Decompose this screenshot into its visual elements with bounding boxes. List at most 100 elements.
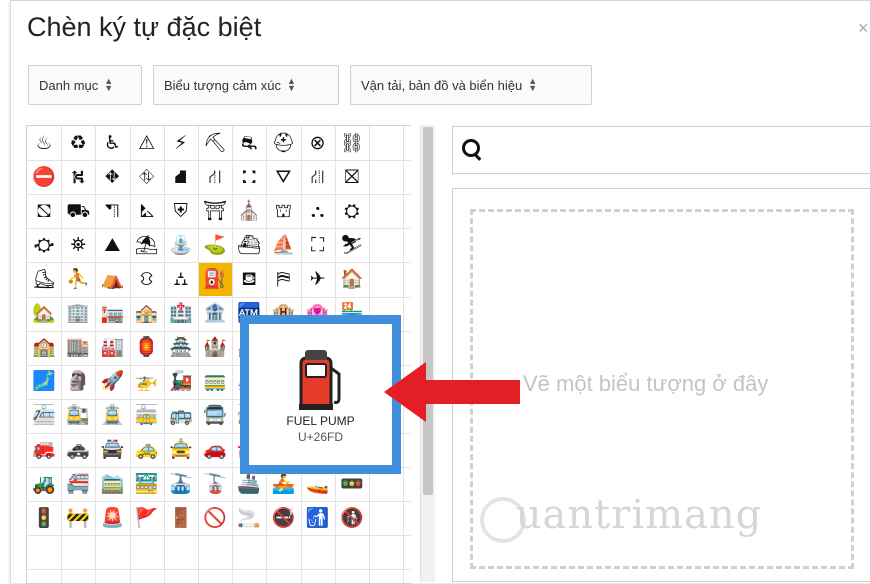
- symbol-cell[interactable]: 🚗: [198, 433, 232, 467]
- symbol-cell[interactable]: ⛟: [61, 194, 95, 228]
- symbol-cell[interactable]: ⛲: [164, 228, 198, 262]
- symbol-cell[interactable]: 🏯: [164, 331, 198, 365]
- symbol-cell[interactable]: 🚕: [130, 433, 164, 467]
- symbol-cell[interactable]: 🚁: [130, 365, 164, 399]
- symbol-cell[interactable]: 🏢: [61, 297, 95, 331]
- symbol-cell[interactable]: 🚫: [198, 501, 232, 535]
- symbol-cell[interactable]: 🏭: [95, 331, 129, 365]
- symbol-cell[interactable]: 🚧: [61, 501, 95, 535]
- symbol-cell[interactable]: ⛭: [335, 194, 369, 228]
- symbol-cell[interactable]: ⛻: [130, 262, 164, 296]
- symbol-cell[interactable]: ⛨: [164, 194, 198, 228]
- symbol-cell[interactable]: 🚯: [335, 501, 369, 535]
- symbol-cell[interactable]: 🚊: [95, 399, 129, 433]
- symbol-cell[interactable]: ⛏: [198, 126, 232, 160]
- symbol-cell[interactable]: 🚡: [198, 467, 232, 501]
- symbol-cell[interactable]: ⛶: [301, 228, 335, 262]
- grid-scrollbar[interactable]: [420, 125, 435, 582]
- symbol-cell[interactable]: 🚞: [95, 467, 129, 501]
- symbol-cell[interactable]: 🚍: [198, 399, 232, 433]
- symbol-cell[interactable]: ⛺: [95, 262, 129, 296]
- symbol-cell[interactable]: ⛮: [27, 228, 61, 262]
- symbol-cell[interactable]: 🏫: [27, 331, 61, 365]
- symbol-cell[interactable]: ♻: [61, 126, 95, 160]
- symbol-cell[interactable]: ⛜: [301, 160, 335, 194]
- symbol-cell[interactable]: ⛸: [27, 262, 61, 296]
- symbol-cell[interactable]: ♿: [95, 126, 129, 160]
- scrollbar-thumb[interactable]: [423, 127, 433, 495]
- symbol-cell[interactable]: ⚠: [130, 126, 164, 160]
- type-dropdown[interactable]: Biểu tượng cảm xúc ▲ ▼: [153, 65, 339, 105]
- symbol-cell[interactable]: ✈: [301, 262, 335, 296]
- symbol-cell[interactable]: 🏰: [198, 331, 232, 365]
- symbol-cell[interactable]: ⛰: [95, 228, 129, 262]
- symbol-cell[interactable]: 🚌: [164, 399, 198, 433]
- symbol-cell[interactable]: ⛬: [301, 194, 335, 228]
- symbol-cell[interactable]: ⛞: [27, 194, 61, 228]
- symbol-cell[interactable]: ⛯: [61, 228, 95, 262]
- symbol-cell[interactable]: ⚡: [164, 126, 198, 160]
- symbol-cell[interactable]: ⛖: [95, 160, 129, 194]
- symbol-cell[interactable]: 🚨: [95, 501, 129, 535]
- symbol-cell[interactable]: ♨: [27, 126, 61, 160]
- symbol-cell[interactable]: 🚦: [27, 501, 61, 535]
- symbol-cell[interactable]: 🚮: [301, 501, 335, 535]
- symbol-cell[interactable]: 🚩: [130, 501, 164, 535]
- search-input[interactable]: [489, 137, 853, 165]
- symbol-cell[interactable]: 🏮: [130, 331, 164, 365]
- symbol-cell[interactable]: 🚟: [130, 467, 164, 501]
- symbol-cell[interactable]: ⛹: [61, 262, 95, 296]
- symbol-cell[interactable]: 🚃: [198, 365, 232, 399]
- symbol-cell[interactable]: ⛠: [95, 194, 129, 228]
- symbol-cell[interactable]: ⛳: [198, 228, 232, 262]
- symbol-cell[interactable]: 🏡: [27, 297, 61, 331]
- symbol-cell[interactable]: ⛩: [198, 194, 232, 228]
- symbol-cell[interactable]: ⛪: [232, 194, 266, 228]
- symbol-cell[interactable]: ⛾: [232, 262, 266, 296]
- subtype-dropdown[interactable]: Vận tải, bản đồ và biển hiệu ▲ ▼: [350, 65, 592, 105]
- symbol-cell[interactable]: 🚒: [27, 433, 61, 467]
- symbol-cell[interactable]: 🚈: [27, 399, 61, 433]
- symbol-cell[interactable]: 🚜: [27, 467, 61, 501]
- close-icon[interactable]: ×: [858, 18, 869, 39]
- symbol-cell[interactable]: ⛼: [164, 262, 198, 296]
- symbol-cell[interactable]: 🏥: [164, 297, 198, 331]
- symbol-cell[interactable]: ⛷: [335, 228, 369, 262]
- symbol-cell[interactable]: 🏤: [130, 297, 164, 331]
- symbol-cell[interactable]: 🚋: [130, 399, 164, 433]
- symbol-cell[interactable]: 🏣: [95, 297, 129, 331]
- symbol-cell[interactable]: ⛔: [27, 160, 61, 194]
- symbol-cell[interactable]: 🗾: [27, 365, 61, 399]
- symbol-cell[interactable]: 🚀: [95, 365, 129, 399]
- symbol-cell[interactable]: ⛑: [266, 126, 300, 160]
- symbol-cell[interactable]: ⛿: [266, 262, 300, 296]
- symbol-cell[interactable]: 🚂: [164, 365, 198, 399]
- symbol-cell[interactable]: ⛽: [198, 262, 232, 297]
- symbol-cell[interactable]: 🚉: [61, 399, 95, 433]
- symbol-cell[interactable]: ⊗: [301, 126, 335, 160]
- symbol-cell[interactable]: 🚖: [164, 433, 198, 467]
- symbol-cell[interactable]: 🚬: [232, 501, 266, 535]
- symbol-cell[interactable]: ⛗: [130, 160, 164, 194]
- symbol-cell[interactable]: ⛙: [198, 160, 232, 194]
- symbol-cell[interactable]: ⛱: [130, 228, 164, 262]
- symbol-cell[interactable]: 🚠: [164, 467, 198, 501]
- symbol-cell[interactable]: ⛵: [266, 228, 300, 262]
- symbol-cell[interactable]: ⛐: [232, 126, 266, 160]
- symbol-cell[interactable]: 🚭: [266, 501, 300, 535]
- symbol-cell[interactable]: 🏬: [61, 331, 95, 365]
- symbol-cell[interactable]: ⛘: [164, 160, 198, 194]
- symbol-cell[interactable]: ⛴: [232, 228, 266, 262]
- symbol-cell[interactable]: ⛓: [335, 126, 369, 160]
- symbol-cell[interactable]: 🚔: [95, 433, 129, 467]
- symbol-cell[interactable]: ⛫: [266, 194, 300, 228]
- category-dropdown[interactable]: Danh mục ▲ ▼: [28, 65, 142, 105]
- symbol-cell[interactable]: ⛕: [61, 160, 95, 194]
- symbol-cell[interactable]: ⛛: [266, 160, 300, 194]
- symbol-cell[interactable]: 🚓: [61, 433, 95, 467]
- symbol-cell[interactable]: 🏠: [335, 262, 369, 296]
- symbol-cell[interactable]: 🏦: [198, 297, 232, 331]
- symbol-cell[interactable]: ⛝: [335, 160, 369, 194]
- symbol-cell[interactable]: ⛚: [232, 160, 266, 194]
- symbol-cell[interactable]: ⛡: [130, 194, 164, 228]
